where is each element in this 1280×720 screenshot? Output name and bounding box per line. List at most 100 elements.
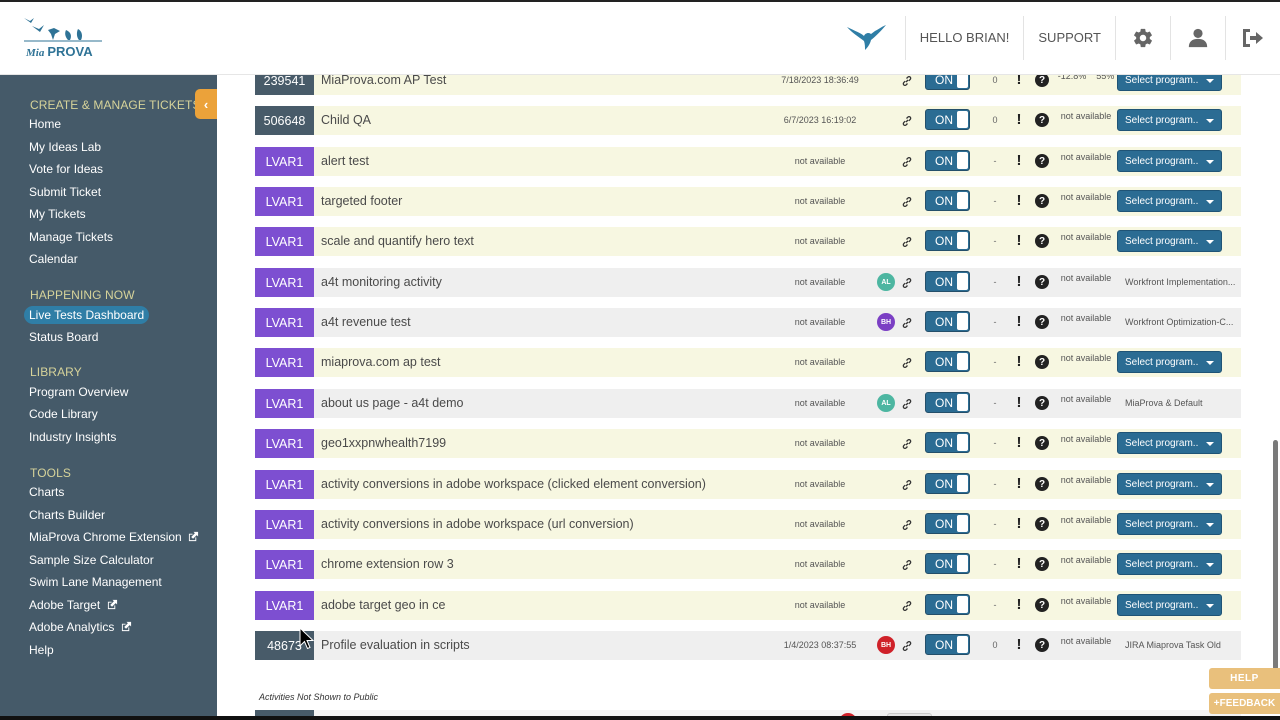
sidebar-item-my-tickets[interactable]: My Tickets xyxy=(29,207,86,221)
question-icon[interactable]: ? xyxy=(1035,638,1049,652)
activity-name[interactable]: activity conversions in adobe workspace … xyxy=(321,517,634,531)
sidebar-item-vote-for-ideas[interactable]: Vote for Ideas xyxy=(29,162,103,176)
collapse-sidebar-button[interactable]: ‹ xyxy=(195,89,217,119)
activity-badge[interactable]: LVAR1 xyxy=(255,348,314,377)
status-toggle[interactable]: ON xyxy=(925,75,970,90)
program-select[interactable]: Select program.. xyxy=(1117,513,1222,535)
sidebar-item-adobe-target[interactable]: Adobe Target xyxy=(29,598,118,612)
alert-icon[interactable]: ! xyxy=(1015,636,1023,653)
activity-badge[interactable]: LVAR1 xyxy=(255,147,314,176)
question-icon[interactable]: ? xyxy=(1035,154,1049,168)
table-row[interactable]: LVAR1 adobe target geo in ce not available… xyxy=(255,591,1241,620)
activity-badge[interactable]: 506648 xyxy=(255,106,314,135)
settings-button[interactable] xyxy=(1115,15,1170,60)
program-name[interactable]: Workfront Optimization-C... xyxy=(1125,317,1241,327)
activity-badge[interactable]: LVAR1 xyxy=(255,429,314,458)
table-row[interactable]: LVAR1 targeted footer not available ON -!? no… xyxy=(255,187,1241,216)
program-name[interactable]: Workfront Implementation... xyxy=(1125,277,1241,287)
table-row[interactable]: 506648 Child QA 6/7/2023 16:19:02 ON 0!? not … xyxy=(255,106,1241,135)
question-icon[interactable]: ? xyxy=(1035,557,1049,571)
alert-icon[interactable]: ! xyxy=(1015,313,1023,330)
program-select[interactable]: Select program.. xyxy=(1117,351,1222,373)
question-icon[interactable]: ? xyxy=(1035,598,1049,612)
question-icon[interactable]: ? xyxy=(1035,194,1049,208)
sidebar-item-help[interactable]: Help xyxy=(29,643,54,657)
link-icon[interactable] xyxy=(901,356,913,368)
link-icon[interactable] xyxy=(901,397,913,409)
status-toggle[interactable]: ON xyxy=(925,109,970,130)
program-select[interactable]: Select program.. xyxy=(1117,75,1222,91)
sidebar-item-calendar[interactable]: Calendar xyxy=(29,252,78,266)
activity-badge[interactable]: LVAR1 xyxy=(255,227,314,256)
status-toggle[interactable]: ON xyxy=(925,351,970,372)
status-toggle[interactable]: ON xyxy=(925,432,970,453)
activity-badge[interactable]: LVAR1 xyxy=(255,470,314,499)
sidebar-item-charts-builder[interactable]: Charts Builder xyxy=(29,508,105,522)
question-icon[interactable]: ? xyxy=(1035,436,1049,450)
status-toggle[interactable]: ON xyxy=(925,392,970,413)
alert-icon[interactable]: ! xyxy=(1015,152,1023,169)
alert-icon[interactable]: ! xyxy=(1015,353,1023,370)
status-toggle[interactable]: ON xyxy=(925,634,970,655)
avatar[interactable]: AL xyxy=(877,273,895,291)
activity-name[interactable]: miaprova.com ap test xyxy=(321,355,441,369)
alert-icon[interactable]: ! xyxy=(1015,232,1023,249)
logout-button[interactable] xyxy=(1225,15,1280,60)
link-icon[interactable] xyxy=(901,155,913,167)
activity-badge[interactable]: LVAR1 xyxy=(255,187,314,216)
alert-icon[interactable]: ! xyxy=(1015,555,1023,572)
question-icon[interactable]: ? xyxy=(1035,517,1049,531)
activity-badge[interactable]: LVAR1 xyxy=(255,591,314,620)
status-toggle[interactable]: ON xyxy=(925,473,970,494)
program-select[interactable]: Select program.. xyxy=(1117,594,1222,616)
alert-icon[interactable]: ! xyxy=(1015,111,1023,128)
program-name[interactable]: JIRA Miaprova Task Old xyxy=(1125,640,1241,650)
activity-name[interactable]: MiaProva.com AP Test xyxy=(321,75,446,87)
question-icon[interactable]: ? xyxy=(1035,477,1049,491)
program-select[interactable]: Select program.. xyxy=(1117,553,1222,575)
sidebar-item-sample-size-calculator[interactable]: Sample Size Calculator xyxy=(29,553,154,567)
activity-badge[interactable]: LVAR1 xyxy=(255,268,314,297)
activity-badge[interactable]: LVAR1 xyxy=(255,510,314,539)
sidebar-item-manage-tickets[interactable]: Manage Tickets xyxy=(29,230,113,244)
alert-icon[interactable]: ! xyxy=(1015,515,1023,532)
activity-badge[interactable]: 239541 xyxy=(255,75,314,95)
status-toggle[interactable]: ON xyxy=(925,150,970,171)
help-button[interactable]: HELP xyxy=(1209,668,1280,689)
scrollbar-thumb[interactable] xyxy=(1273,440,1278,670)
link-icon[interactable] xyxy=(901,75,913,86)
program-select[interactable]: Select program.. xyxy=(1117,230,1222,252)
alert-icon[interactable]: ! xyxy=(1015,273,1023,290)
sidebar-item-program-overview[interactable]: Program Overview xyxy=(29,385,128,399)
table-row[interactable]: LVAR1 activity conversions in adobe works… xyxy=(255,510,1241,539)
alert-icon[interactable]: ! xyxy=(1015,475,1023,492)
activity-name[interactable]: a4t revenue test xyxy=(321,315,411,329)
header-bird-logo[interactable] xyxy=(827,16,905,60)
status-toggle[interactable]: ON xyxy=(925,271,970,292)
table-row[interactable]: LVAR1 activity conversions in adobe works… xyxy=(255,470,1241,499)
activity-name[interactable]: about us page - a4t demo xyxy=(321,396,463,410)
table-row[interactable]: 239541 MiaProva.com AP Test 7/18/2023 18:3… xyxy=(255,75,1241,95)
status-toggle[interactable]: ON xyxy=(925,594,970,615)
activity-badge[interactable]: LVAR1 xyxy=(255,389,314,418)
sidebar-item-industry-insights[interactable]: Industry Insights xyxy=(29,430,116,444)
activity-name[interactable]: adobe target geo in ce xyxy=(321,598,445,612)
miaprova-logo[interactable]: Mia PROVA xyxy=(22,16,106,62)
status-toggle[interactable]: ON xyxy=(925,230,970,251)
sidebar-item-swim-lane-management[interactable]: Swim Lane Management xyxy=(29,575,162,589)
table-row[interactable]: LVAR1 alert test not available ON -!? not ava… xyxy=(255,147,1241,176)
link-icon[interactable] xyxy=(901,195,913,207)
activity-name[interactable]: Child QA xyxy=(321,113,371,127)
link-icon[interactable] xyxy=(901,599,913,611)
table-row[interactable]: LVAR1 a4t revenue test not available BH ON -!… xyxy=(255,308,1241,337)
program-select[interactable]: Select program.. xyxy=(1117,190,1222,212)
activity-name[interactable]: geo1xxpnwhealth7199 xyxy=(321,436,446,450)
sidebar-item-my-ideas-lab[interactable]: My Ideas Lab xyxy=(29,140,101,154)
status-toggle[interactable]: ON xyxy=(925,553,970,574)
link-icon[interactable] xyxy=(901,316,913,328)
sidebar-item-adobe-analytics[interactable]: Adobe Analytics xyxy=(29,620,132,634)
status-toggle[interactable]: ON xyxy=(925,513,970,534)
sidebar-item-status-board[interactable]: Status Board xyxy=(29,330,98,344)
link-icon[interactable] xyxy=(901,114,913,126)
table-row[interactable]: LVAR1 about us page - a4t demo not availab… xyxy=(255,389,1241,418)
